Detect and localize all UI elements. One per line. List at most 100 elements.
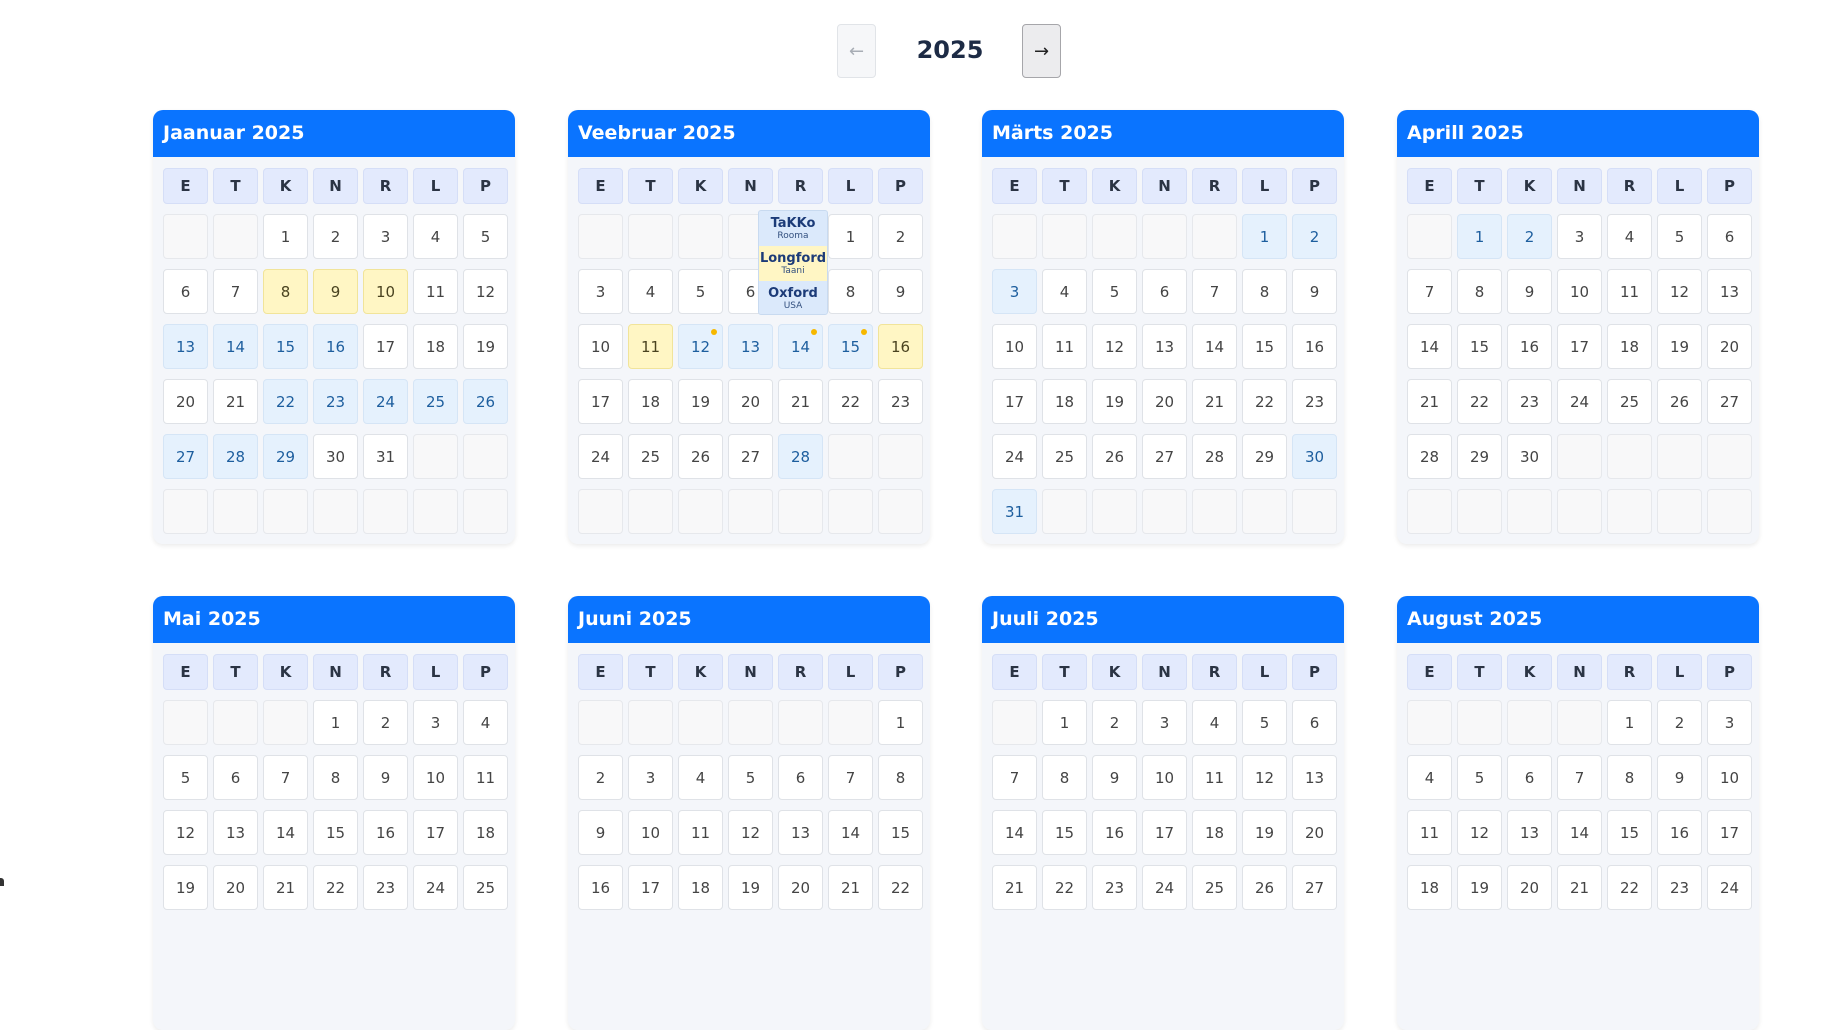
day-cell[interactable]: 13: [1292, 755, 1337, 800]
day-cell[interactable]: 9: [1507, 269, 1552, 314]
day-cell[interactable]: 30: [1507, 434, 1552, 479]
day-cell[interactable]: 27: [1292, 865, 1337, 910]
day-cell[interactable]: 15: [878, 810, 923, 855]
day-cell[interactable]: 10: [992, 324, 1037, 369]
day-cell[interactable]: 2: [878, 214, 923, 259]
day-cell[interactable]: 12: [678, 324, 723, 369]
day-cell[interactable]: 17: [578, 379, 623, 424]
day-cell[interactable]: 19: [1242, 810, 1287, 855]
day-cell[interactable]: 19: [1457, 865, 1502, 910]
day-cell[interactable]: 18: [678, 865, 723, 910]
day-cell[interactable]: 3: [628, 755, 673, 800]
day-cell[interactable]: 24: [578, 434, 623, 479]
day-cell[interactable]: 10: [628, 810, 673, 855]
day-cell[interactable]: 2: [578, 755, 623, 800]
day-cell[interactable]: 12: [1457, 810, 1502, 855]
day-cell[interactable]: 2: [1507, 214, 1552, 259]
day-cell[interactable]: 24: [413, 865, 458, 910]
day-cell[interactable]: 20: [1507, 865, 1552, 910]
next-year-button[interactable]: →: [1022, 24, 1061, 78]
day-cell[interactable]: 30: [313, 434, 358, 479]
day-cell[interactable]: 17: [628, 865, 673, 910]
day-cell[interactable]: 2: [313, 214, 358, 259]
day-cell[interactable]: 10: [1142, 755, 1187, 800]
day-cell[interactable]: 15: [1457, 324, 1502, 369]
day-cell[interactable]: 13: [1142, 324, 1187, 369]
day-cell[interactable]: 11: [678, 810, 723, 855]
day-cell[interactable]: 17: [992, 379, 1037, 424]
day-cell[interactable]: 16: [1507, 324, 1552, 369]
day-cell[interactable]: 28: [778, 434, 823, 479]
day-cell[interactable]: 19: [163, 865, 208, 910]
day-cell[interactable]: 18: [1192, 810, 1237, 855]
day-cell[interactable]: 22: [1042, 865, 1087, 910]
day-cell[interactable]: 5: [1657, 214, 1702, 259]
tooltip-item[interactable]: TaKKo Rooma: [759, 211, 827, 246]
day-cell[interactable]: 2: [1292, 214, 1337, 259]
day-cell[interactable]: 5: [1092, 269, 1137, 314]
day-cell[interactable]: 21: [1557, 865, 1602, 910]
day-cell[interactable]: 25: [1607, 379, 1652, 424]
day-cell[interactable]: 11: [1407, 810, 1452, 855]
day-cell[interactable]: 23: [1507, 379, 1552, 424]
day-cell[interactable]: 13: [778, 810, 823, 855]
day-cell[interactable]: 10: [1707, 755, 1752, 800]
day-cell[interactable]: 25: [413, 379, 458, 424]
day-cell[interactable]: 6: [778, 755, 823, 800]
day-cell[interactable]: 3: [578, 269, 623, 314]
day-cell[interactable]: 31: [992, 489, 1037, 534]
day-cell[interactable]: 21: [213, 379, 258, 424]
day-cell[interactable]: 31: [363, 434, 408, 479]
day-cell[interactable]: 21: [1407, 379, 1452, 424]
day-cell[interactable]: 20: [163, 379, 208, 424]
day-cell[interactable]: 14: [778, 324, 823, 369]
day-cell[interactable]: 7: [828, 755, 873, 800]
day-cell[interactable]: 17: [413, 810, 458, 855]
day-cell[interactable]: 14: [828, 810, 873, 855]
day-cell[interactable]: 16: [1092, 810, 1137, 855]
day-cell[interactable]: 21: [992, 865, 1037, 910]
day-cell[interactable]: 9: [363, 755, 408, 800]
day-cell[interactable]: 14: [992, 810, 1037, 855]
day-cell[interactable]: 16: [878, 324, 923, 369]
day-cell[interactable]: 13: [728, 324, 773, 369]
day-cell[interactable]: 26: [1242, 865, 1287, 910]
day-cell[interactable]: 12: [1657, 269, 1702, 314]
day-cell[interactable]: 27: [728, 434, 773, 479]
day-cell[interactable]: 13: [163, 324, 208, 369]
day-cell[interactable]: 26: [463, 379, 508, 424]
day-cell[interactable]: 1: [1042, 700, 1087, 745]
day-cell[interactable]: 6: [163, 269, 208, 314]
day-cell[interactable]: 17: [363, 324, 408, 369]
day-cell[interactable]: 7: [1557, 755, 1602, 800]
day-cell[interactable]: 24: [1557, 379, 1602, 424]
day-cell[interactable]: 5: [678, 269, 723, 314]
day-cell[interactable]: 9: [878, 269, 923, 314]
day-cell[interactable]: 5: [463, 214, 508, 259]
tooltip-item[interactable]: Oxford USA: [759, 281, 827, 316]
day-cell[interactable]: 28: [1407, 434, 1452, 479]
day-cell[interactable]: 20: [728, 379, 773, 424]
tooltip-item[interactable]: Longford Taani: [759, 246, 827, 281]
day-cell[interactable]: 6: [1507, 755, 1552, 800]
day-cell[interactable]: 4: [1192, 700, 1237, 745]
day-cell[interactable]: 19: [1092, 379, 1137, 424]
day-cell[interactable]: 3: [363, 214, 408, 259]
day-cell[interactable]: 24: [1142, 865, 1187, 910]
day-cell[interactable]: 9: [1657, 755, 1702, 800]
day-cell[interactable]: 7: [1407, 269, 1452, 314]
day-cell[interactable]: 12: [463, 269, 508, 314]
day-cell[interactable]: 14: [1407, 324, 1452, 369]
day-cell[interactable]: 22: [878, 865, 923, 910]
day-cell[interactable]: 4: [1042, 269, 1087, 314]
day-cell[interactable]: 17: [1557, 324, 1602, 369]
day-cell[interactable]: 11: [628, 324, 673, 369]
day-cell[interactable]: 29: [1242, 434, 1287, 479]
day-cell[interactable]: 18: [463, 810, 508, 855]
day-cell[interactable]: 23: [313, 379, 358, 424]
day-cell[interactable]: 16: [363, 810, 408, 855]
day-cell[interactable]: 13: [213, 810, 258, 855]
day-cell[interactable]: 26: [1657, 379, 1702, 424]
day-cell[interactable]: 4: [413, 214, 458, 259]
day-cell[interactable]: 28: [213, 434, 258, 479]
